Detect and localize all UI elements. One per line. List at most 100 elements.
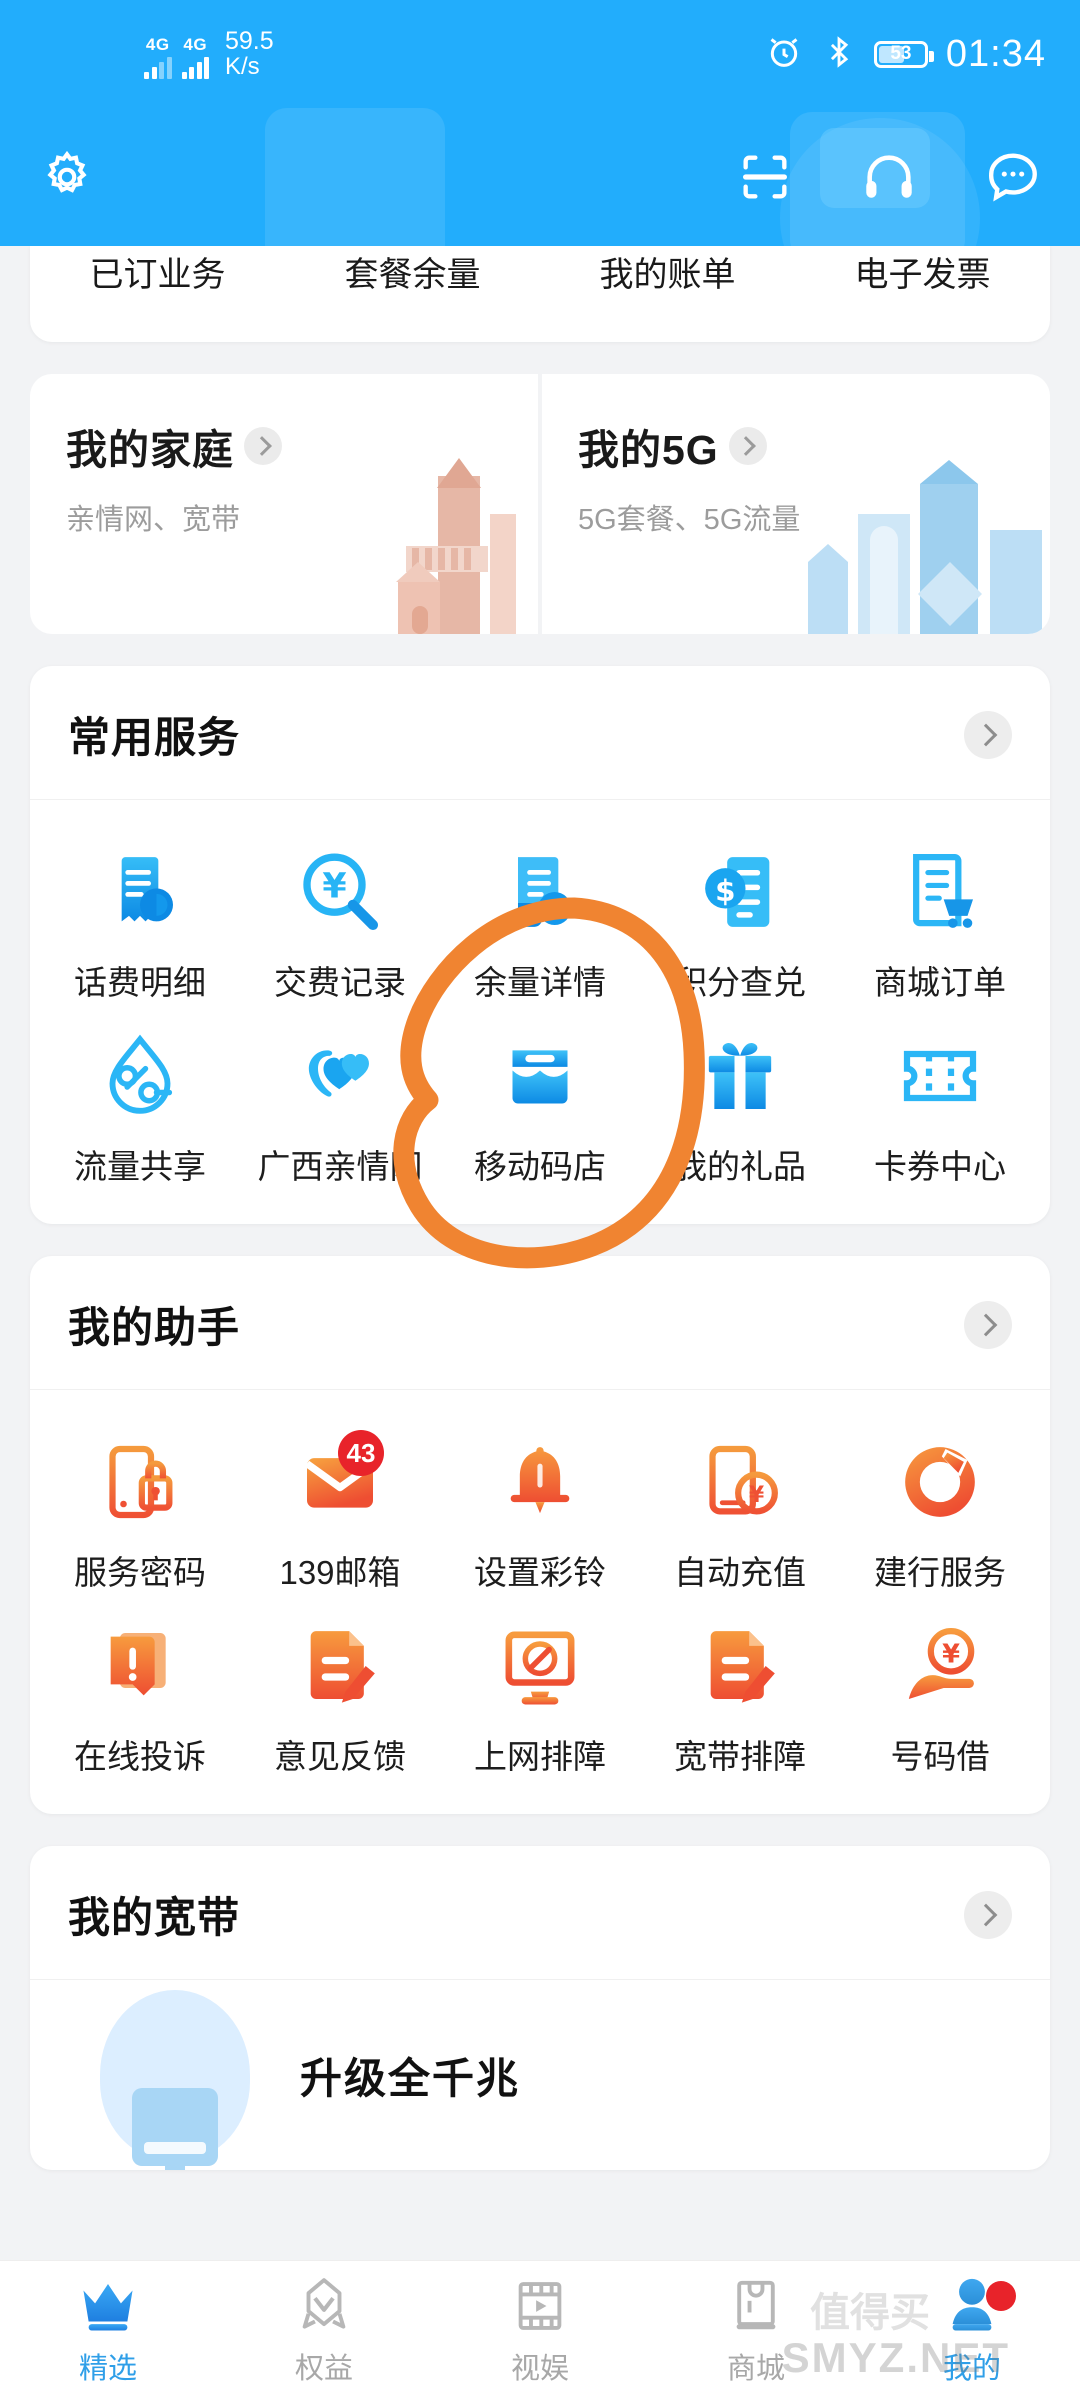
chevron-right-icon[interactable] <box>964 1300 1012 1349</box>
network-speed-value: 59.5 <box>225 27 274 55</box>
notification-dot <box>986 2280 1016 2311</box>
service-item-payment-record[interactable]: ¥ 交费记录 <box>240 830 440 1014</box>
scan-icon[interactable] <box>734 146 796 208</box>
ghost-card-1 <box>265 108 445 246</box>
service-item-bill-detail[interactable]: 话费明细 <box>40 830 240 1014</box>
nav-tab-video[interactable]: 视娱 <box>432 2275 648 2387</box>
chevron-right-icon[interactable] <box>964 1890 1012 1939</box>
broadband-promo[interactable]: 升级全千兆 <box>30 1980 1050 2170</box>
number-loan-icon: ¥ <box>892 1618 988 1714</box>
assistant-item-ringtone[interactable]: 设置彩铃 <box>440 1420 640 1604</box>
feedback-icon <box>292 1618 388 1714</box>
chevron-right-icon[interactable] <box>964 710 1012 759</box>
quick-link-1[interactable]: 套餐余量 <box>345 246 481 304</box>
bluetooth-icon <box>822 32 856 77</box>
assistant-item-label: 建行服务 <box>874 1554 1006 1591</box>
service-item-data-share[interactable]: 流量共享 <box>40 1014 240 1198</box>
city-illustration <box>808 460 1042 634</box>
assistant-item-number-loan[interactable]: ¥ 号码借 <box>840 1604 1040 1788</box>
nav-tab-label: 视娱 <box>510 2352 569 2385</box>
my-assistant-header[interactable]: 我的助手 <box>30 1256 1050 1390</box>
nav-tab-label: 商城 <box>726 2352 785 2385</box>
bell-icon <box>492 1434 588 1530</box>
service-item-code-shop[interactable]: 移动码店 <box>440 1014 640 1198</box>
settings-button[interactable] <box>36 146 98 208</box>
nav-tab-featured[interactable]: 精选 <box>0 2275 216 2387</box>
sim2-network-label: 4G <box>183 35 208 54</box>
assistant-item-feedback[interactable]: 意见反馈 <box>240 1604 440 1788</box>
assistant-item-broadband-trouble[interactable]: 宽带排障 <box>640 1604 840 1788</box>
quick-link-3[interactable]: 电子发票 <box>855 246 991 304</box>
assistant-item-label: 号码借 <box>890 1738 990 1775</box>
service-item-label: 余量详情 <box>474 964 606 1001</box>
chat-bubble-icon[interactable] <box>982 146 1044 208</box>
battery-percent: 53 <box>890 43 912 64</box>
card-my-5g[interactable]: 我的5G 5G套餐、5G流量 <box>542 374 1050 634</box>
alarm-icon <box>764 32 804 77</box>
service-item-mall-order[interactable]: 商城订单 <box>840 830 1040 1014</box>
mall-order-icon <box>892 844 988 940</box>
service-item-label: 流量共享 <box>74 1148 206 1185</box>
my-assistant-title: 我的助手 <box>68 1304 241 1351</box>
nav-tab-label: 权益 <box>294 2352 353 2385</box>
sim2-bars-icon <box>181 55 209 79</box>
gear-icon[interactable] <box>36 146 98 208</box>
coupon-icon <box>892 1028 988 1124</box>
assistant-item-ccb-service[interactable]: 建行服务 <box>840 1420 1040 1604</box>
quick-link-0[interactable]: 已订业务 <box>90 246 226 304</box>
network-speed: 59.5 K/s <box>225 27 274 80</box>
assistant-item-service-password[interactable]: 服务密码 <box>40 1420 240 1604</box>
ccb-bank-icon <box>892 1434 988 1530</box>
my-assistant-section: 我的助手 服务密码 43 139邮箱 设置彩铃 ¥ 自动充值 建行服务 在线投诉… <box>30 1256 1050 1814</box>
app-top-bar <box>0 108 1080 246</box>
quick-links-bar: 已订业务 套餐余量 我的账单 电子发票 <box>30 246 1050 342</box>
assistant-item-label: 上网排障 <box>474 1738 606 1775</box>
status-right: 53 01:34 <box>764 32 1046 77</box>
service-item-coupon-center[interactable]: 卡券中心 <box>840 1014 1040 1198</box>
assistant-item-label: 在线投诉 <box>74 1738 206 1775</box>
nav-tab-mine[interactable]: 我的 <box>864 2275 1080 2387</box>
quick-link-2[interactable]: 我的账单 <box>600 246 736 304</box>
common-services-title: 常用服务 <box>68 714 241 761</box>
points-exchange-icon: $ <box>692 844 788 940</box>
assistant-item-auto-recharge[interactable]: ¥ 自动充值 <box>640 1420 840 1604</box>
svg-text:¥: ¥ <box>942 1639 960 1669</box>
service-item-family-net[interactable]: 广西亲情网 <box>240 1014 440 1198</box>
headphone-icon[interactable] <box>858 146 920 208</box>
service-item-points-exchange[interactable]: $ 积分查兑 <box>640 830 840 1014</box>
common-services-grid: 话费明细 ¥ 交费记录 余量详情 $ 积分查兑 商城订单 流量共享 广西亲情网 … <box>30 800 1050 1224</box>
mail-badge: 43 <box>338 1430 384 1476</box>
card-my-family[interactable]: 我的家庭 亲情网、宽带 <box>30 374 538 634</box>
bill-detail-icon <box>92 844 188 940</box>
assistant-item-139-mail[interactable]: 43 139邮箱 <box>240 1420 440 1604</box>
nav-tab-mall[interactable]: 商城 <box>648 2275 864 2387</box>
assistant-item-label: 139邮箱 <box>279 1554 401 1591</box>
svg-text:¥: ¥ <box>322 867 346 907</box>
service-item-label: 积分查兑 <box>674 964 806 1001</box>
service-item-label: 交费记录 <box>274 964 406 1001</box>
chevron-right-icon[interactable] <box>728 427 767 465</box>
battery-icon: 53 <box>873 40 934 68</box>
assistant-item-network-trouble[interactable]: 上网排障 <box>440 1604 640 1788</box>
status-bar: 4G 4G 59.5 K/s 53 01:34 <box>0 0 1080 108</box>
assistant-item-online-complaint[interactable]: 在线投诉 <box>40 1604 240 1788</box>
my-broadband-header[interactable]: 我的宽带 <box>30 1846 1050 1980</box>
card-my-5g-title: 我的5G <box>578 427 719 473</box>
chevron-right-icon[interactable] <box>244 427 282 465</box>
assistant-item-label: 设置彩铃 <box>474 1554 606 1591</box>
shopping-bag-icon <box>723 2275 789 2337</box>
nav-tab-benefits[interactable]: 权益 <box>216 2275 432 2387</box>
film-icon <box>507 2275 573 2337</box>
feature-cards-row: 我的家庭 亲情网、宽带 我的5G 5G套餐、5G流量 <box>30 374 1050 634</box>
auto-recharge-icon: ¥ <box>692 1434 788 1530</box>
service-item-my-gift[interactable]: 我的礼品 <box>640 1014 840 1198</box>
family-net-icon <box>292 1028 388 1124</box>
common-services-header[interactable]: 常用服务 <box>30 666 1050 800</box>
my-broadband-section: 我的宽带 升级全千兆 <box>30 1846 1050 2170</box>
house-illustration <box>396 458 516 634</box>
rocket-icon <box>291 2275 357 2337</box>
data-share-icon <box>92 1028 188 1124</box>
service-item-balance-detail[interactable]: 余量详情 <box>440 830 640 1014</box>
